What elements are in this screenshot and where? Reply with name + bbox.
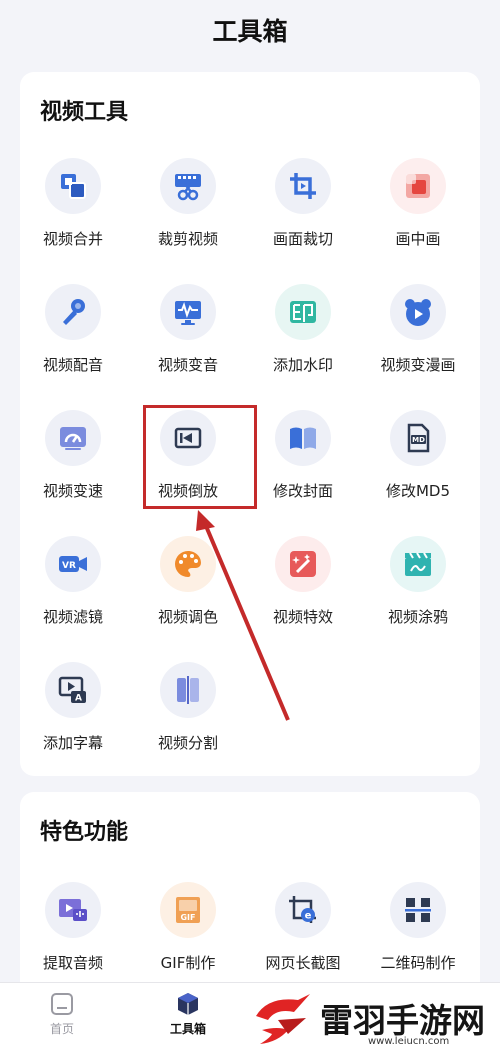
tool-voice-change[interactable]: 视频变音 bbox=[135, 280, 250, 406]
tool-label: 画面裁切 bbox=[272, 230, 333, 248]
tool-label: 视频特效 bbox=[272, 608, 333, 626]
tool-label: 视频变速 bbox=[42, 482, 103, 500]
video-tools-title: 视频工具 bbox=[40, 100, 129, 125]
speedometer-icon bbox=[45, 410, 101, 466]
nav-toolbox[interactable]: 工具箱 bbox=[148, 991, 228, 1037]
tool-trim-video[interactable]: 裁剪视频 bbox=[135, 154, 250, 280]
magic-wand-icon bbox=[275, 536, 331, 592]
tool-edit-cover[interactable]: 修改封面 bbox=[250, 406, 365, 532]
featured-tools-title: 特色功能 bbox=[40, 820, 129, 845]
nav-home-label: 首页 bbox=[49, 1022, 74, 1036]
watermark-url: www.leiucn.com bbox=[368, 1036, 450, 1047]
tool-label: 二维码制作 bbox=[380, 954, 456, 972]
svg-text:GIF: GIF bbox=[180, 913, 195, 922]
tool-video-reverse[interactable]: 视频倒放 bbox=[135, 406, 250, 532]
tool-video-color[interactable]: 视频调色 bbox=[135, 532, 250, 658]
tool-video-speed[interactable]: 视频变速 bbox=[20, 406, 135, 532]
book-icon bbox=[275, 410, 331, 466]
palette-icon bbox=[160, 536, 216, 592]
stamp-icon bbox=[275, 284, 331, 340]
watermark-name: 雷羽手游网 bbox=[320, 1001, 485, 1040]
tool-label: 修改MD5 bbox=[385, 482, 451, 500]
vr-camera-icon: VR bbox=[45, 536, 101, 592]
film-scissors-icon bbox=[160, 158, 216, 214]
tool-label: 添加水印 bbox=[272, 356, 333, 374]
merge-icon bbox=[45, 158, 101, 214]
watermark-logo-icon bbox=[256, 994, 310, 1044]
tool-label: 视频配音 bbox=[42, 356, 103, 374]
tool-label: GIF制作 bbox=[160, 954, 216, 972]
tool-video-split[interactable]: 视频分割 bbox=[135, 658, 250, 784]
tool-label: 视频涂鸦 bbox=[387, 608, 448, 626]
toolbox-cube-icon bbox=[178, 993, 198, 1015]
crop-icon bbox=[275, 158, 331, 214]
clapper-doodle-icon bbox=[390, 536, 446, 592]
tool-video-effects[interactable]: 视频特效 bbox=[250, 532, 365, 658]
tool-video-to-comic[interactable]: 视频变漫画 bbox=[365, 280, 480, 406]
home-icon bbox=[51, 993, 73, 1015]
gif-icon: GIF bbox=[160, 882, 216, 938]
tool-label: 视频变漫画 bbox=[380, 356, 456, 374]
tool-label: 视频变音 bbox=[157, 356, 218, 374]
tool-label: 提取音频 bbox=[42, 954, 103, 972]
tool-label: 视频滤镜 bbox=[42, 608, 103, 626]
tool-label: 修改封面 bbox=[272, 482, 333, 500]
svg-text:VR: VR bbox=[62, 561, 76, 571]
tool-label: 裁剪视频 bbox=[157, 230, 218, 248]
tool-video-doodle[interactable]: 视频涂鸦 bbox=[365, 532, 480, 658]
md-file-icon: MD bbox=[390, 410, 446, 466]
tool-video-filter[interactable]: VR 视频滤镜 bbox=[20, 532, 135, 658]
tool-label: 网页长截图 bbox=[265, 954, 341, 972]
nav-toolbox-label: 工具箱 bbox=[169, 1022, 206, 1036]
tool-label: 视频分割 bbox=[157, 734, 218, 752]
waveform-monitor-icon bbox=[160, 284, 216, 340]
svg-text:MD: MD bbox=[412, 436, 425, 444]
video-tools-card: 视频工具 视频合并 裁剪视频 画面裁切 画中画 视频配音 视频变音 添加水印 视… bbox=[20, 72, 480, 776]
extract-audio-icon bbox=[45, 882, 101, 938]
nav-home[interactable]: 首页 bbox=[22, 991, 102, 1037]
tool-label: 视频合并 bbox=[42, 230, 103, 248]
reverse-play-icon bbox=[160, 410, 216, 466]
tool-crop-frame[interactable]: 画面裁切 bbox=[250, 154, 365, 280]
svg-text:A: A bbox=[75, 694, 82, 704]
tool-add-subtitle[interactable]: A 添加字幕 bbox=[20, 658, 135, 784]
page-title: 工具箱 bbox=[212, 17, 288, 46]
svg-text:e: e bbox=[305, 911, 312, 922]
tool-label: 画中画 bbox=[395, 230, 441, 248]
subtitle-icon: A bbox=[45, 662, 101, 718]
bear-play-icon bbox=[390, 284, 446, 340]
tool-edit-md5[interactable]: MD 修改MD5 bbox=[365, 406, 480, 532]
split-icon bbox=[160, 662, 216, 718]
picture-in-picture-icon bbox=[390, 158, 446, 214]
tool-video-dubbing[interactable]: 视频配音 bbox=[20, 280, 135, 406]
webpage-screenshot-icon: e bbox=[275, 882, 331, 938]
tool-add-watermark[interactable]: 添加水印 bbox=[250, 280, 365, 406]
tool-label: 视频倒放 bbox=[157, 482, 218, 500]
watermark: 雷羽手游网 www.leiucn.com bbox=[248, 990, 500, 1056]
tool-label: 添加字幕 bbox=[42, 734, 103, 752]
microphone-icon bbox=[45, 284, 101, 340]
tool-video-merge[interactable]: 视频合并 bbox=[20, 154, 135, 280]
video-tools-grid: 视频合并 裁剪视频 画面裁切 画中画 视频配音 视频变音 添加水印 视频变漫画 … bbox=[20, 154, 480, 784]
qr-code-icon bbox=[390, 882, 446, 938]
tool-label: 视频调色 bbox=[157, 608, 218, 626]
tool-picture-in-picture[interactable]: 画中画 bbox=[365, 154, 480, 280]
